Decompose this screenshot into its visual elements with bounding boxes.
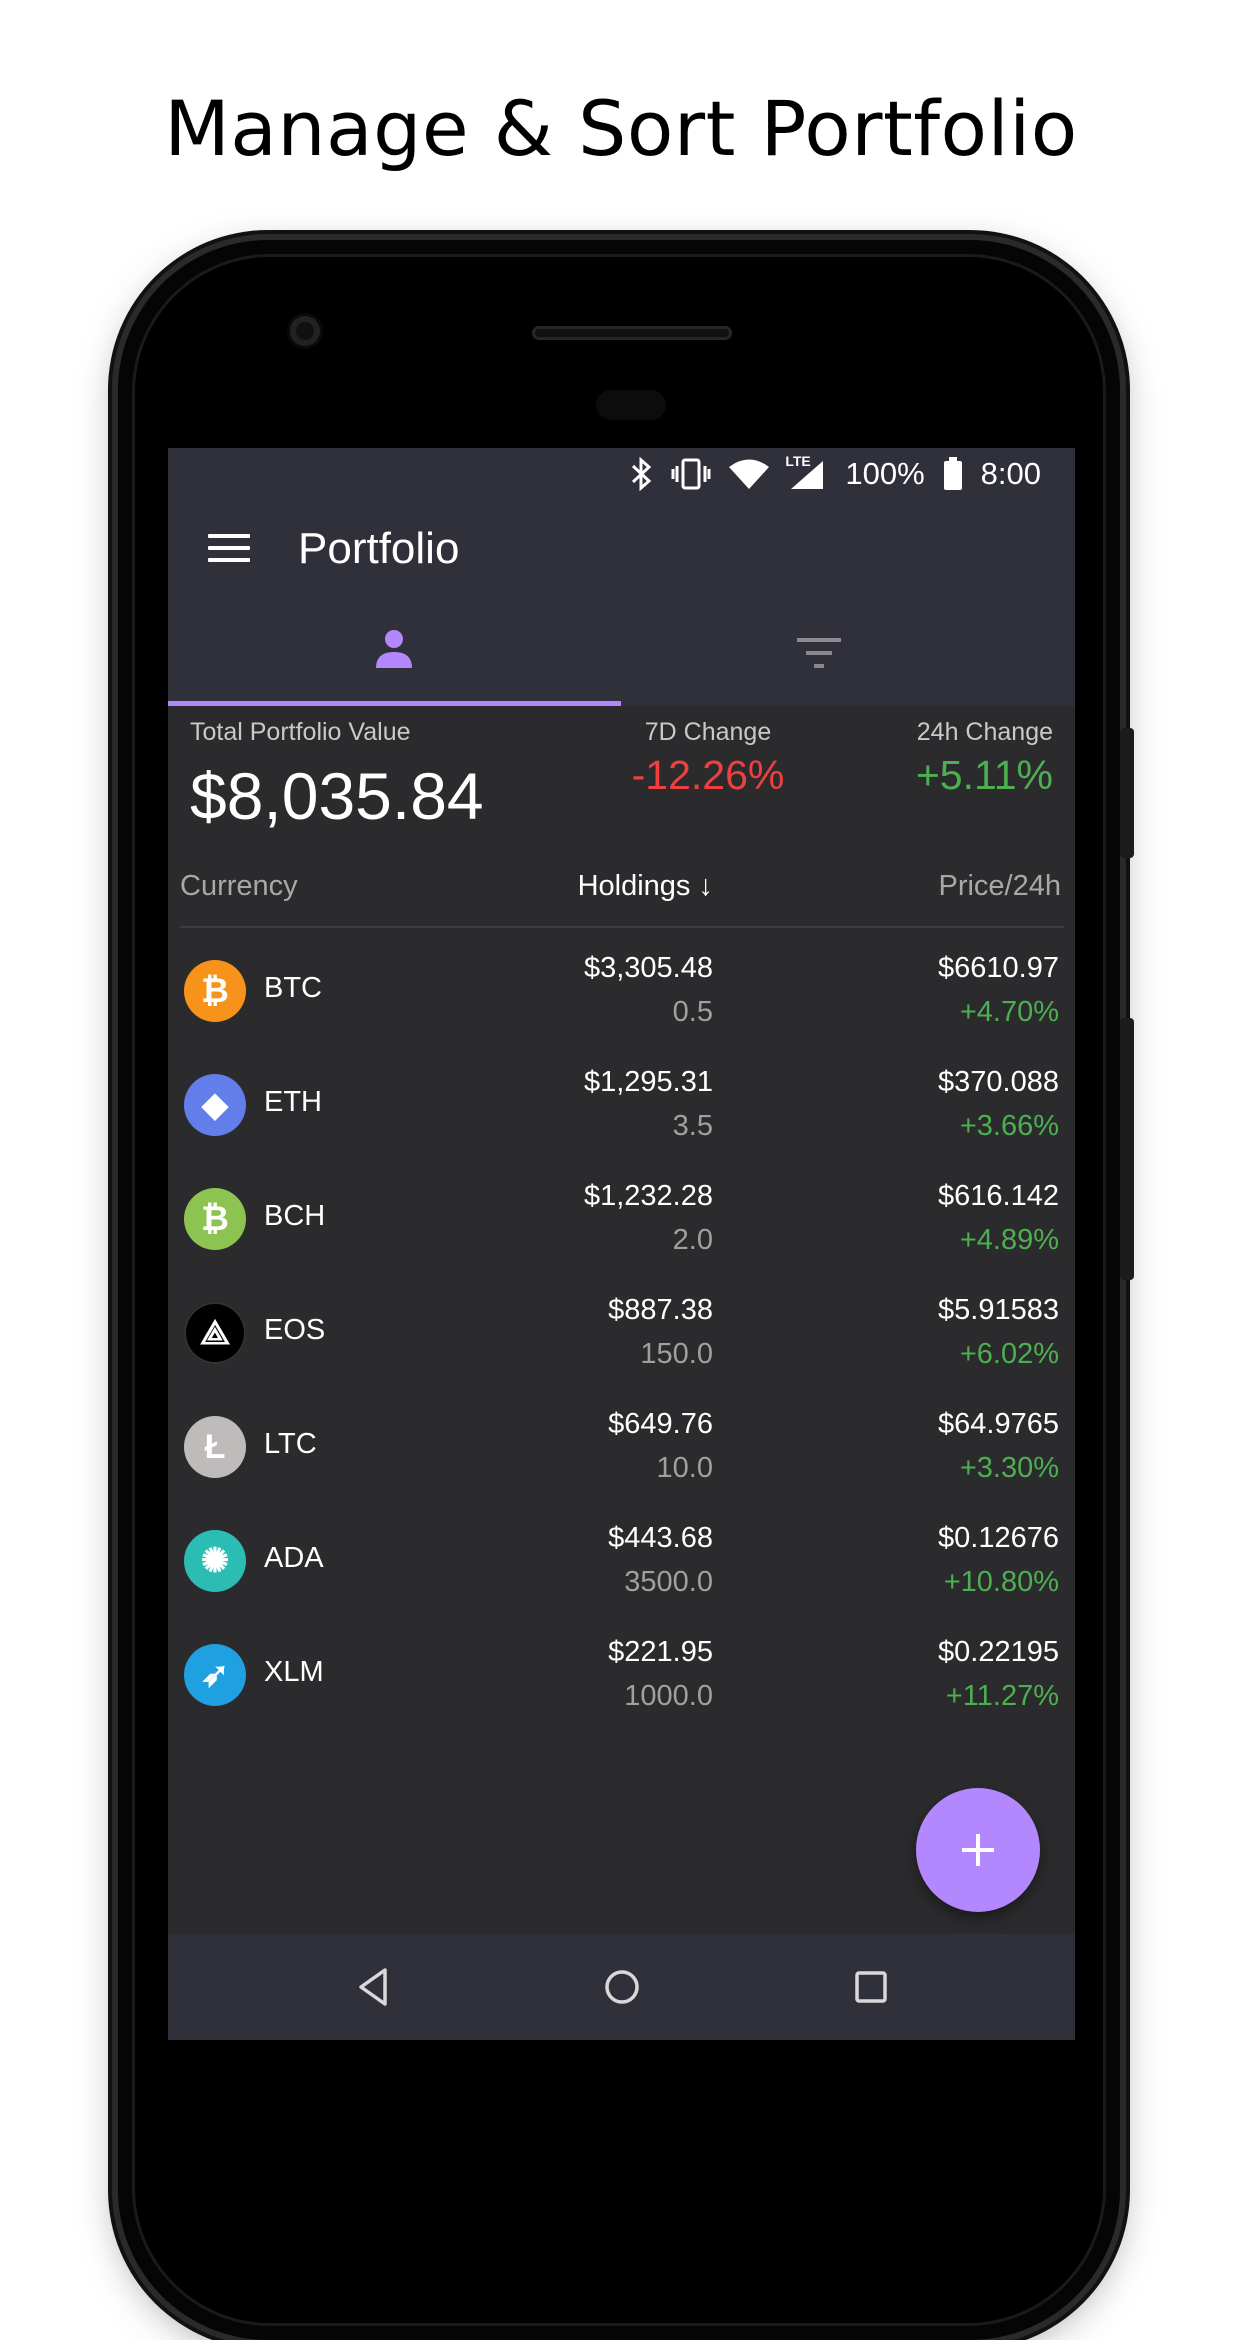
coin-price: $0.12676 xyxy=(938,1522,1059,1554)
coin-row-ada[interactable]: ✺ ADA $443.68 3500.0 $0.12676 +10.80% xyxy=(168,1512,1075,1626)
header-divider xyxy=(180,926,1064,928)
coin-change-24h: +3.30% xyxy=(959,1452,1059,1484)
vibrate-icon xyxy=(671,458,711,490)
holding-value: $1,295.31 xyxy=(583,1066,713,1098)
home-icon[interactable] xyxy=(599,1964,645,2010)
coin-symbol: ETH xyxy=(264,1086,322,1118)
holdings-column-header[interactable]: Holdings ↓ xyxy=(578,870,713,903)
front-camera xyxy=(290,316,320,346)
coin-row-eos[interactable]: ⟁ EOS $887.38 150.0 $5.91583 +6.02% xyxy=(168,1284,1075,1398)
battery-icon xyxy=(943,457,962,490)
coin-row-bch[interactable]: ₿ BCH $1,232.28 2.0 $616.142 +4.89% xyxy=(168,1170,1075,1284)
coin-price: $616.142 xyxy=(938,1180,1059,1212)
holding-quantity: 3.5 xyxy=(672,1110,713,1142)
holding-value: $649.76 xyxy=(608,1408,713,1440)
earpiece-speaker xyxy=(532,326,732,340)
hamburger-line xyxy=(208,558,250,562)
eos-icon: ⟁ xyxy=(184,1302,246,1364)
currency-column-header[interactable]: Currency xyxy=(180,870,298,903)
coin-price: $5.91583 xyxy=(938,1294,1059,1326)
holding-value: $221.95 xyxy=(608,1636,713,1668)
coin-change-24h: +11.27% xyxy=(945,1680,1059,1712)
litecoin-icon: Ł xyxy=(184,1416,246,1478)
battery-percent: 100% xyxy=(845,456,925,491)
holding-quantity: 150.0 xyxy=(640,1338,713,1370)
coin-symbol: ADA xyxy=(264,1542,324,1574)
change-7d-label: 7D Change xyxy=(644,718,772,746)
coin-symbol: BTC xyxy=(264,972,322,1004)
coin-change-24h: +4.70% xyxy=(959,996,1059,1028)
coin-symbol: BCH xyxy=(264,1200,326,1232)
ethereum-icon: ◆ xyxy=(184,1074,246,1136)
price-column-header[interactable]: Price/24h xyxy=(938,870,1061,903)
power-button xyxy=(1120,728,1134,858)
coin-change-24h: +6.02% xyxy=(959,1338,1059,1370)
status-bar: LTE 100% 8:00 xyxy=(168,448,1075,500)
coin-row-btc[interactable]: ₿ BTC $3,305.48 0.5 $6610.97 +4.70% xyxy=(168,942,1075,1056)
stellar-icon: ➶ xyxy=(184,1644,246,1706)
coin-change-24h: +10.80% xyxy=(943,1566,1059,1598)
coin-price: $370.088 xyxy=(938,1066,1059,1098)
tab-portfolio[interactable] xyxy=(168,602,621,706)
bitcoin-cash-icon: ₿ xyxy=(184,1188,246,1250)
app-bar: Portfolio xyxy=(168,500,1075,602)
holding-quantity: 10.0 xyxy=(656,1452,713,1484)
coin-symbol: EOS xyxy=(264,1314,326,1346)
coin-price: $64.9765 xyxy=(938,1408,1059,1440)
headline: Manage & Sort Portfolio xyxy=(164,84,1078,173)
system-nav-bar xyxy=(168,1934,1075,2040)
page-title: Portfolio xyxy=(298,524,460,573)
change-24h-label: 24h Change xyxy=(916,718,1053,746)
coin-row-xlm[interactable]: ➶ XLM $221.95 1000.0 $0.22195 +11.27% xyxy=(168,1626,1075,1740)
tab-bar xyxy=(168,602,1075,706)
person-icon xyxy=(376,630,412,668)
holding-value: $887.38 xyxy=(608,1294,713,1326)
bluetooth-icon xyxy=(632,457,652,491)
proximity-sensor xyxy=(596,390,666,420)
hamburger-line xyxy=(208,546,250,550)
coin-change-24h: +4.89% xyxy=(959,1224,1059,1256)
coin-price: $6610.97 xyxy=(938,952,1059,984)
menu-button[interactable] xyxy=(208,534,250,566)
wifi-icon xyxy=(729,459,770,489)
total-value: $8,035.84 xyxy=(190,759,484,833)
back-icon[interactable] xyxy=(352,1964,398,2010)
bitcoin-icon: ₿ xyxy=(184,960,246,1022)
filter-icon xyxy=(797,638,841,668)
change-24h-value: +5.11% xyxy=(915,752,1053,798)
cellular-signal-icon: LTE xyxy=(785,453,827,491)
coin-price: $0.22195 xyxy=(938,1636,1059,1668)
holding-quantity: 2.0 xyxy=(672,1224,713,1256)
cardano-icon: ✺ xyxy=(184,1530,246,1592)
coin-row-ltc[interactable]: Ł LTC $649.76 10.0 $64.9765 +3.30% xyxy=(168,1398,1075,1512)
holding-value: $3,305.48 xyxy=(583,952,713,984)
coin-symbol: XLM xyxy=(264,1656,324,1688)
plus-icon xyxy=(962,1834,994,1866)
volume-button xyxy=(1120,1018,1134,1280)
coin-change-24h: +3.66% xyxy=(959,1110,1059,1142)
hamburger-icon xyxy=(208,534,250,538)
change-7d-value: -12.26% xyxy=(631,752,785,798)
holding-quantity: 1000.0 xyxy=(624,1680,713,1712)
holding-value: $443.68 xyxy=(608,1522,713,1554)
coin-symbol: LTC xyxy=(264,1428,317,1460)
add-coin-button[interactable] xyxy=(916,1788,1040,1912)
holding-quantity: 0.5 xyxy=(672,996,713,1028)
holding-quantity: 3500.0 xyxy=(624,1566,713,1598)
portfolio-summary: Total Portfolio Value $8,035.84 7D Chang… xyxy=(168,706,1075,836)
tab-filter[interactable] xyxy=(621,602,1074,706)
coin-row-eth[interactable]: ◆ ETH $1,295.31 3.5 $370.088 +3.66% xyxy=(168,1056,1075,1170)
holding-value: $1,232.28 xyxy=(583,1180,713,1212)
recents-icon[interactable] xyxy=(848,1964,894,2010)
screen: LTE 100% 8:00 Portfolio Total Portfolio … xyxy=(168,448,1075,2040)
clock: 8:00 xyxy=(980,456,1041,491)
total-value-label: Total Portfolio Value xyxy=(190,718,411,746)
